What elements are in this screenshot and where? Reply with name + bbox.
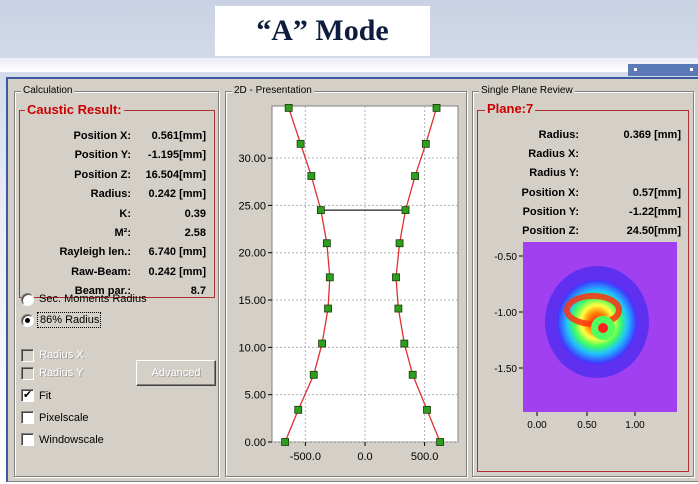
data-point-left xyxy=(294,405,303,414)
fit-checkbox[interactable] xyxy=(21,388,34,402)
caustic-result-label: Rayleigh len.: xyxy=(59,246,131,259)
y-tick-label: 15.00 xyxy=(238,295,266,307)
windowscale-label: Windowscale xyxy=(39,434,104,446)
plane-title: Plane:7 xyxy=(485,101,536,116)
advanced-button[interactable]: Advanced xyxy=(136,360,216,386)
plane-result-label: Radius: xyxy=(538,129,579,141)
plane-result-label: Radius X: xyxy=(528,148,579,161)
caustic-result-label: Position Y: xyxy=(74,149,131,162)
x-tick-label: 500.0 xyxy=(411,451,439,463)
caustic-result-value: 6.740 [mm] xyxy=(148,246,206,259)
pixelscale-label: Pixelscale xyxy=(39,412,89,424)
fit-label: Fit xyxy=(39,390,52,402)
windowscale-checkbox[interactable] xyxy=(21,433,34,446)
data-point-left xyxy=(322,239,331,248)
y-tick-label: 0.00 xyxy=(245,437,266,449)
data-point-left xyxy=(325,273,334,282)
caustic-result-label: Position X: xyxy=(73,130,131,142)
data-point-right xyxy=(400,339,409,348)
sec-moments-radius-radio[interactable] xyxy=(21,293,34,306)
caustic-result-label: M²: xyxy=(114,227,132,239)
single-plane-group: Single Plane Review Plane:7 Radius: 0.369… xyxy=(472,85,694,477)
window-titlebar-fragment xyxy=(628,64,698,76)
pixelscale-checkbox[interactable] xyxy=(21,411,34,424)
plane-result-value: 0.57[mm] xyxy=(632,186,681,199)
single-plane-group-label: Single Plane Review xyxy=(479,85,575,96)
data-point-left xyxy=(307,172,316,180)
data-point-left xyxy=(281,438,290,446)
sec-moments-radius-label: Sec. Moments Radius xyxy=(39,293,147,305)
y-tick-label: 30.00 xyxy=(238,153,266,165)
slide-title: “A” Mode xyxy=(215,6,430,56)
y-tick-label: 10.00 xyxy=(238,342,266,354)
data-point-left xyxy=(318,339,326,348)
calculation-group-label: Calculation xyxy=(21,85,75,96)
data-point-right xyxy=(408,370,417,379)
data-point-left xyxy=(309,370,318,379)
y-tick-label: 20.00 xyxy=(238,248,266,260)
image-x-tick-label: 1.00 xyxy=(625,420,645,431)
data-point-right xyxy=(394,304,403,313)
plane-result-label: Position Y: xyxy=(522,205,579,218)
caustic-app-window: Calculation Caustic Result: Position X: 0… xyxy=(6,77,698,482)
image-x-tick-label: 0.00 xyxy=(527,420,547,431)
86-percent-radius-label: 86% Radius xyxy=(40,314,100,326)
calculation-group: Calculation Caustic Result: Position X: 0… xyxy=(14,85,219,477)
title-divider xyxy=(0,58,698,72)
caustic-result-label: K: xyxy=(119,207,131,220)
y-tick-label: 5.00 xyxy=(245,390,266,402)
data-point-left xyxy=(316,206,325,215)
data-point-right xyxy=(421,139,430,148)
data-point-left xyxy=(324,304,332,313)
image-y-tick-label: -1.50 xyxy=(494,364,517,375)
plane-result-value: 24.50[mm] xyxy=(626,225,681,237)
radius-y-checkbox[interactable] xyxy=(21,367,34,380)
beam-profile-image: -0.50 -1.00 -1.50 0.00 0.50 1.00 xyxy=(494,242,677,431)
data-point-left xyxy=(296,139,305,148)
radius-x-label: Radius X xyxy=(39,349,84,361)
beam-core xyxy=(598,323,608,333)
plane-result-value: -1.22[mm] xyxy=(629,205,681,218)
image-y-tick-label: -0.50 xyxy=(494,252,517,263)
caustic-result-value: 0.242 [mm] xyxy=(148,188,206,201)
caustic-result-value: 8.7 xyxy=(190,285,206,298)
plane-result-label: Position X: xyxy=(521,186,579,199)
caustic-result-value: 2.58 xyxy=(184,227,206,239)
data-point-left xyxy=(284,103,293,112)
data-point-right xyxy=(436,438,445,446)
data-point-right xyxy=(432,103,441,112)
caustic-result-value: 0.561[mm] xyxy=(151,130,206,142)
data-point-right xyxy=(401,206,410,215)
caustic-result-title: Caustic Result: xyxy=(25,102,124,117)
caustic-result-label: Position Z: xyxy=(74,168,131,181)
radius-y-label: Radius Y xyxy=(39,367,84,379)
caustic-result-label: Raw-Beam: xyxy=(71,265,131,278)
image-x-tick-label: 0.50 xyxy=(577,420,597,431)
image-y-tick-label: -1.00 xyxy=(494,308,517,319)
plane-result-label: Position Z: xyxy=(522,225,579,237)
caustic-result-label: Radius: xyxy=(90,188,131,201)
presentation-group: 2D - Presentation 0.00 5.00 10.00 15.00 20.0… xyxy=(225,85,467,477)
y-tick-label: 25.00 xyxy=(238,200,266,212)
86-percent-radius-radio[interactable] xyxy=(21,314,34,327)
data-point-right xyxy=(395,239,404,248)
plane-result-value: 0.369 [mm] xyxy=(623,129,681,141)
x-tick-label: 0.0 xyxy=(357,451,372,463)
caustic-result-value: 0.242 [mm] xyxy=(148,265,206,278)
x-tick-label: -500.0 xyxy=(290,451,321,463)
caustic-plot: 0.00 5.00 10.00 15.00 20.00 25.00 30.00 -500.0 0… xyxy=(238,103,459,463)
caustic-result-value: 16.504[mm] xyxy=(145,168,206,181)
data-point-right xyxy=(411,172,419,180)
data-point-right xyxy=(423,405,431,414)
plane-result-label: Radius Y: xyxy=(529,167,579,180)
data-point-right xyxy=(392,273,400,282)
caustic-result-value: -1.195[mm] xyxy=(147,149,206,162)
radius-x-checkbox[interactable] xyxy=(21,349,34,362)
caustic-result-value: 0.39 xyxy=(184,207,206,220)
